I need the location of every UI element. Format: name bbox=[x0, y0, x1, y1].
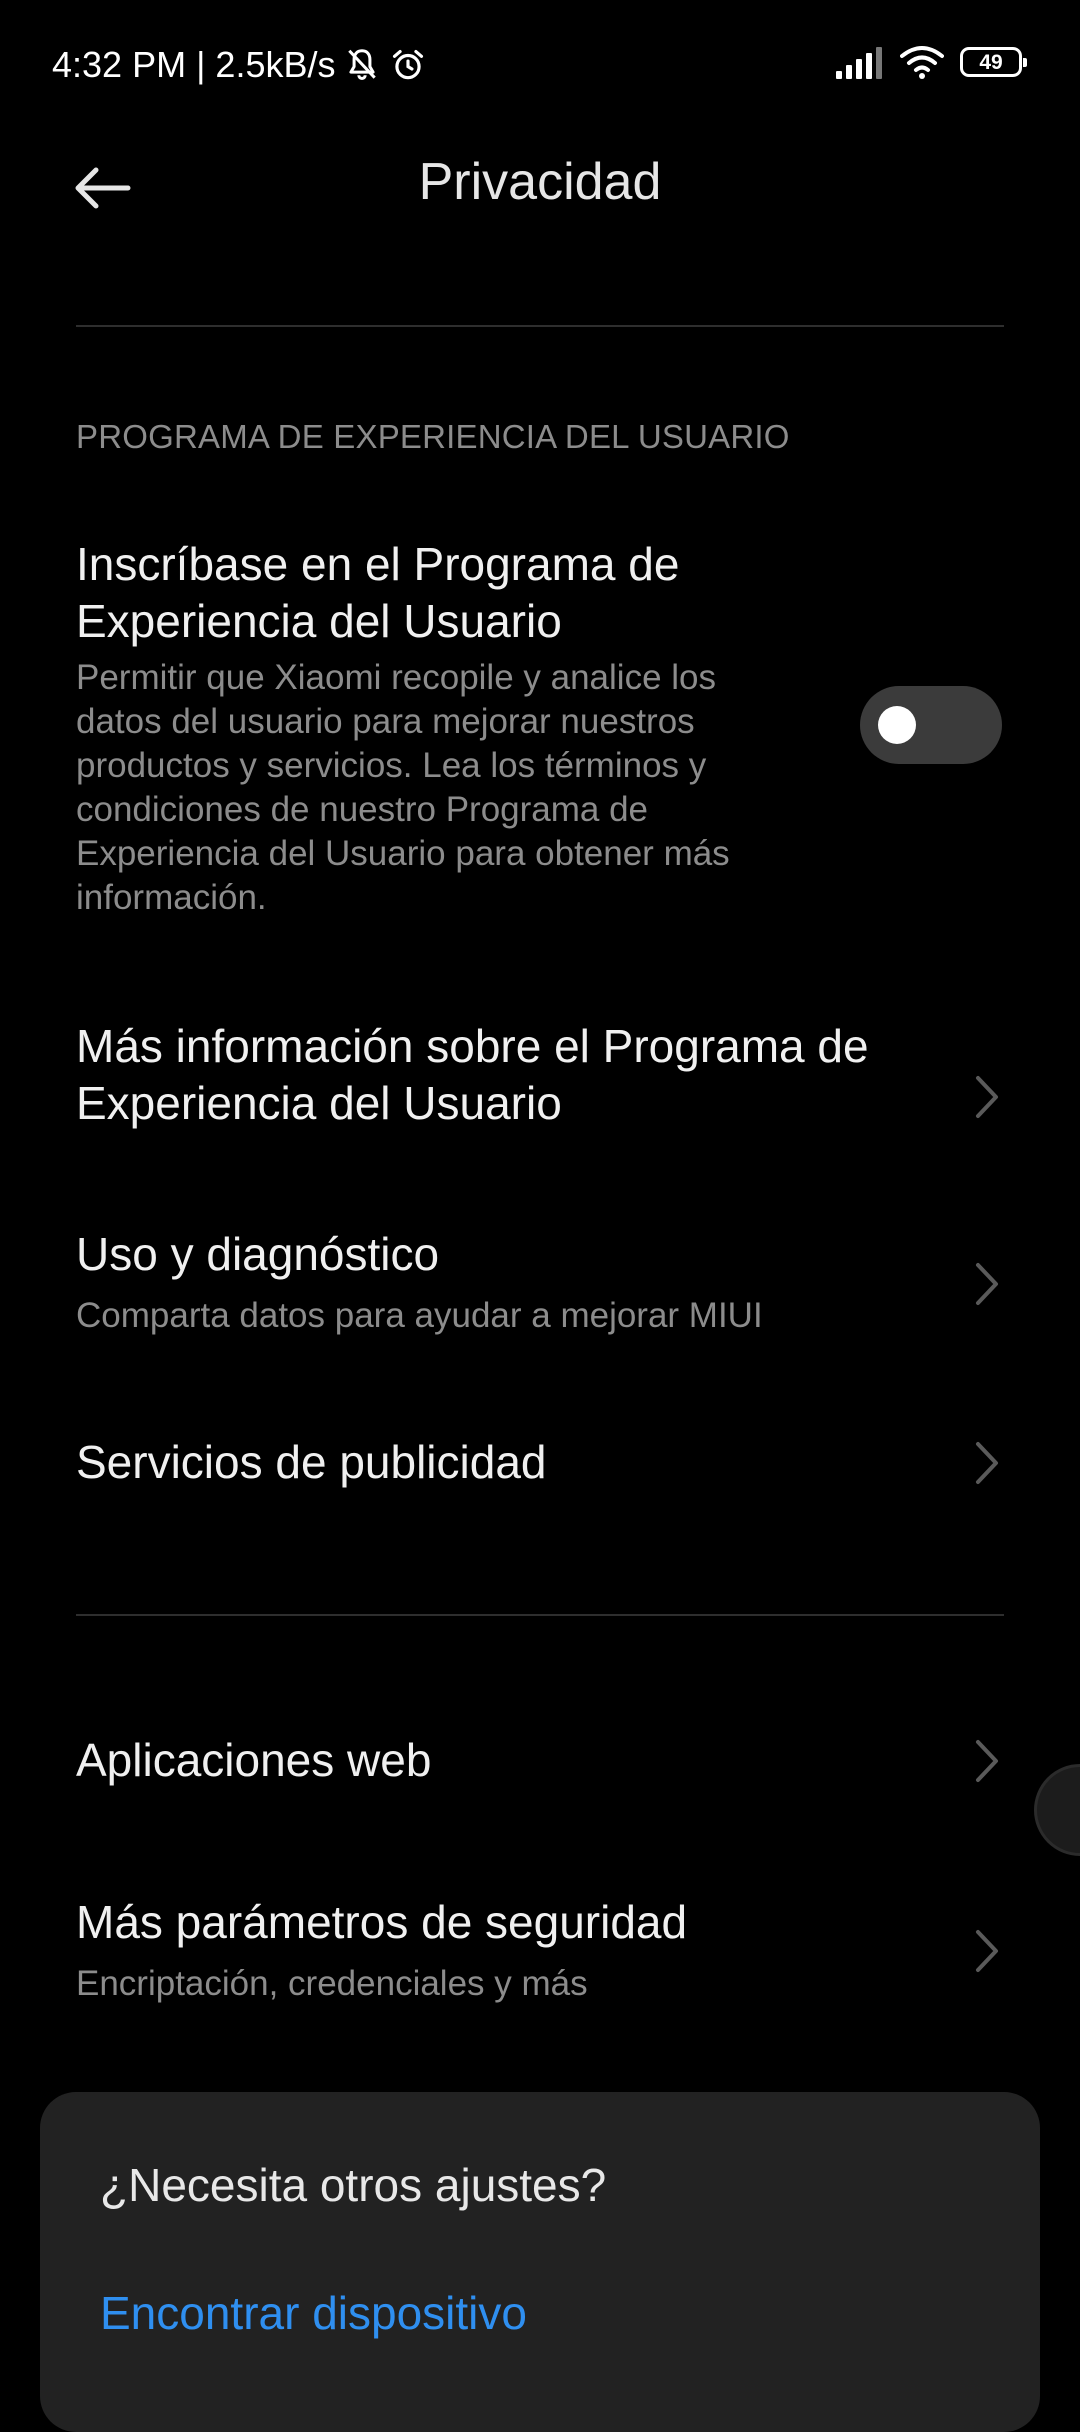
find-device-link[interactable]: Encontrar dispositivo bbox=[100, 2286, 527, 2340]
row-usage-title: Uso y diagnóstico bbox=[76, 1228, 440, 1280]
row-web-apps-title: Aplicaciones web bbox=[76, 1734, 432, 1786]
row-ad-services[interactable]: Servicios de publicidad bbox=[0, 1434, 1080, 1514]
status-bar: 4:32 PM | 2.5kB/s 49 bbox=[0, 0, 1080, 130]
row-ads-title: Servicios de publicidad bbox=[76, 1436, 547, 1488]
row-web-apps[interactable]: Aplicaciones web bbox=[0, 1732, 1080, 1812]
toggle-knob bbox=[878, 706, 916, 744]
chevron-right-icon bbox=[976, 1263, 998, 1305]
enroll-toggle[interactable] bbox=[860, 686, 1002, 764]
chevron-right-icon bbox=[976, 1930, 998, 1972]
row-enroll-title: Inscríbase en el Programa de Experiencia… bbox=[76, 538, 680, 647]
row-enroll-subtitle: Permitir que Xiaomi recopile y analice l… bbox=[76, 658, 730, 917]
row-security-subtitle: Encriptación, credenciales y más bbox=[76, 1964, 588, 2003]
divider-top bbox=[76, 325, 1004, 327]
wifi-icon bbox=[900, 46, 944, 79]
status-left: 4:32 PM | 2.5kB/s bbox=[52, 44, 427, 86]
section-header: PROGRAMA DE EXPERIENCIA DEL USUARIO bbox=[76, 418, 790, 455]
signal-icon bbox=[836, 47, 882, 79]
header: Privacidad bbox=[0, 130, 1080, 240]
battery-level: 49 bbox=[979, 50, 1003, 74]
status-right: 49 bbox=[820, 44, 1027, 80]
chevron-right-icon bbox=[976, 1740, 998, 1782]
row-more-info-title: Más información sobre el Programa de Exp… bbox=[76, 1020, 869, 1129]
card-title: ¿Necesita otros ajustes? bbox=[100, 2159, 607, 2211]
row-usage-subtitle: Comparta datos para ayudar a mejorar MIU… bbox=[76, 1296, 763, 1335]
row-security-title: Más parámetros de seguridad bbox=[76, 1896, 688, 1948]
battery-icon: 49 bbox=[960, 47, 1027, 77]
bell-muted-icon bbox=[348, 49, 377, 80]
status-time-speed: 4:32 PM | 2.5kB/s bbox=[52, 44, 336, 85]
alarm-icon bbox=[393, 49, 424, 80]
chevron-right-icon bbox=[976, 1442, 998, 1484]
divider-middle bbox=[76, 1614, 1004, 1616]
page-title: Privacidad bbox=[418, 153, 662, 211]
other-settings-card: ¿Necesita otros ajustes? Encontrar dispo… bbox=[40, 2092, 1040, 2432]
row-more-info[interactable]: Más información sobre el Programa de Exp… bbox=[0, 1010, 1080, 1150]
row-usage-diagnostics[interactable]: Uso y diagnóstico Comparta datos para ay… bbox=[0, 1220, 1080, 1340]
row-more-security[interactable]: Más parámetros de seguridad Encriptación… bbox=[0, 1894, 1080, 2014]
chevron-right-icon bbox=[976, 1076, 998, 1118]
